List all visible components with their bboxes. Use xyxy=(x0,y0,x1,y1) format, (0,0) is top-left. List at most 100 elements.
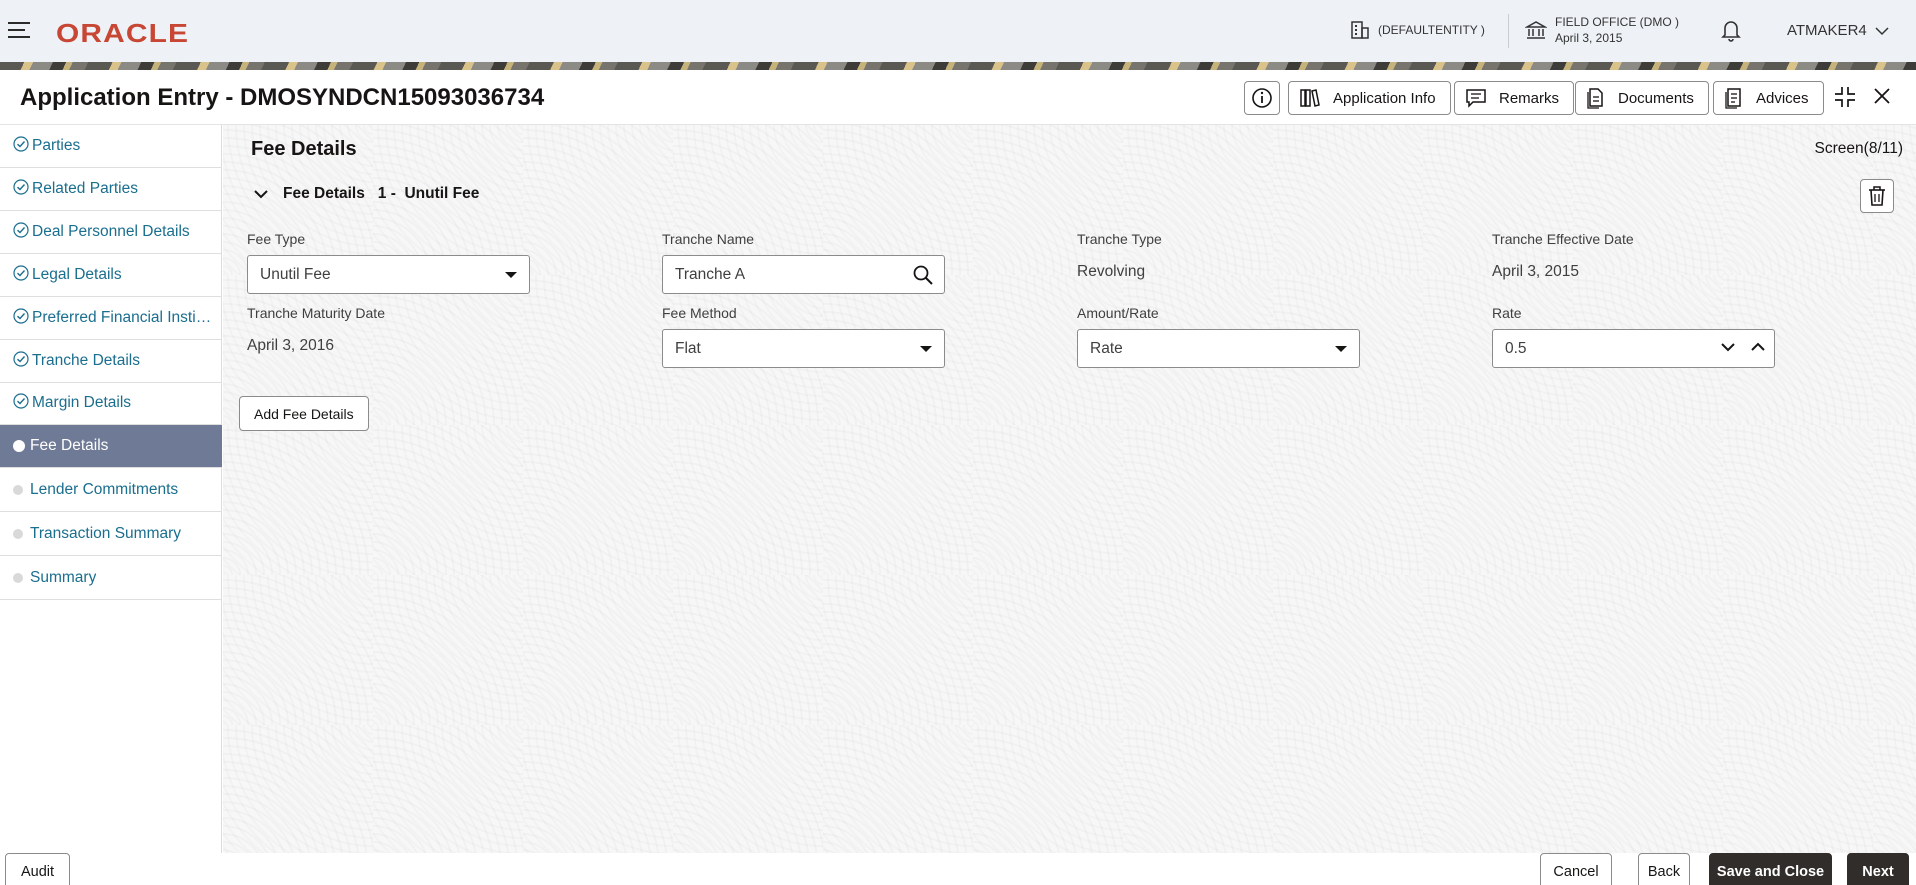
building-icon xyxy=(1351,21,1369,39)
sidebar-item-label: Summary xyxy=(30,569,97,586)
oracle-logo: ORACLE xyxy=(56,18,190,48)
tranche-effective-date-label: Tranche Effective Date xyxy=(1492,231,1634,247)
documents-button[interactable]: Documents xyxy=(1575,81,1709,115)
sidebar-item[interactable]: Tranche Details xyxy=(0,340,222,383)
amount-rate-select[interactable]: Rate xyxy=(1077,329,1360,368)
search-icon[interactable] xyxy=(912,264,934,291)
section-title: Fee Details xyxy=(251,138,357,160)
tranche-type-label: Tranche Type xyxy=(1077,231,1162,247)
check-circle-icon xyxy=(13,307,29,329)
info-icon xyxy=(1252,88,1272,108)
sidebar-item[interactable]: Fee Details xyxy=(0,425,222,468)
sidebar-item-label: Related Parties xyxy=(32,180,138,197)
check-circle-icon xyxy=(13,350,29,372)
check-circle-icon xyxy=(13,264,29,286)
status-dot-icon xyxy=(13,485,23,495)
sidebar-item[interactable]: Preferred Financial Institutions xyxy=(0,297,222,340)
fee-type-field: Fee Type Unutil Fee xyxy=(247,231,530,294)
increment-icon[interactable] xyxy=(1750,340,1766,358)
minimize-icon[interactable] xyxy=(1833,85,1857,114)
entity-selector[interactable]: (DEFAULTENTITY ) xyxy=(1350,20,1485,40)
rate-label: Rate xyxy=(1492,305,1522,321)
decrement-icon[interactable] xyxy=(1720,340,1736,358)
rate-input[interactable]: 0.5 xyxy=(1492,329,1775,368)
dropdown-arrow-icon xyxy=(1335,346,1347,352)
user-menu[interactable]: ATMAKER4 xyxy=(1787,22,1889,39)
documents-label: Documents xyxy=(1618,89,1694,107)
page-title: Application Entry - DMOSYNDCN15093036734 xyxy=(20,84,545,111)
page-header: Application Entry - DMOSYNDCN15093036734… xyxy=(0,70,1916,125)
tranche-effective-date-value: April 3, 2015 xyxy=(1492,263,1580,280)
check-circle-icon xyxy=(13,135,29,157)
advices-icon xyxy=(1725,88,1741,109)
hamburger-menu-icon[interactable] xyxy=(8,22,30,38)
amount-rate-label: Amount/Rate xyxy=(1077,305,1159,321)
sidebar-item[interactable]: Parties xyxy=(0,125,222,168)
sidebar-item-label: Transaction Summary xyxy=(30,525,182,542)
application-info-button[interactable]: Application Info xyxy=(1288,81,1451,115)
add-fee-details-button[interactable]: Add Fee Details xyxy=(239,396,369,431)
next-button[interactable]: Next xyxy=(1847,853,1909,885)
top-bar: ORACLE (DEFAULTENTITY ) FIELD OFFICE (DM… xyxy=(0,0,1916,62)
sidebar-item-label: Parties xyxy=(32,137,81,154)
save-and-close-button[interactable]: Save and Close xyxy=(1709,853,1832,885)
fee-method-field: Fee Method Flat xyxy=(662,305,945,368)
sidebar-item-label: Fee Details xyxy=(30,437,109,454)
fee-method-value: Flat xyxy=(675,339,701,357)
sidebar-item[interactable]: Transaction Summary xyxy=(0,513,222,556)
tranche-maturity-date-label: Tranche Maturity Date xyxy=(247,305,385,321)
tranche-type-field: Tranche Type Revolving xyxy=(1077,231,1162,281)
fee-method-label: Fee Method xyxy=(662,305,737,321)
tranche-name-field: Tranche Name Tranche A xyxy=(662,231,945,294)
dropdown-arrow-icon xyxy=(920,346,932,352)
sidebar-item[interactable]: Deal Personnel Details xyxy=(0,211,222,254)
audit-button[interactable]: Audit xyxy=(5,853,70,885)
screen-counter: Screen(8/11) xyxy=(1814,140,1903,157)
check-circle-icon xyxy=(13,392,29,414)
footer-bar: Audit Cancel Back Save and Close Next xyxy=(0,853,1916,885)
sidebar-item[interactable]: Margin Details xyxy=(0,382,222,425)
sidebar-item[interactable]: Legal Details xyxy=(0,254,222,297)
status-dot-icon xyxy=(13,529,23,539)
dropdown-arrow-icon xyxy=(505,272,517,278)
sidebar-item[interactable]: Lender Commitments xyxy=(0,469,222,512)
remarks-button[interactable]: Remarks xyxy=(1454,81,1575,115)
tranche-maturity-date-value: April 3, 2016 xyxy=(247,337,335,354)
fee-type-value: Unutil Fee xyxy=(260,265,331,283)
back-button[interactable]: Back xyxy=(1638,853,1690,885)
chevron-down-icon xyxy=(1875,26,1889,35)
advices-button[interactable]: Advices xyxy=(1713,81,1824,115)
status-dot-icon xyxy=(13,440,25,452)
sidebar-item[interactable]: Related Parties xyxy=(0,168,222,211)
application-info-label: Application Info xyxy=(1333,89,1436,107)
sidebar-item-label: Lender Commitments xyxy=(30,481,179,498)
rate-field: Rate 0.5 xyxy=(1492,305,1775,368)
tranche-name-input[interactable]: Tranche A xyxy=(662,255,945,294)
check-circle-icon xyxy=(13,221,29,243)
sidebar-item[interactable]: Summary xyxy=(0,557,222,600)
chevron-down-icon xyxy=(254,190,268,199)
library-icon xyxy=(1300,89,1320,107)
fee-accordion-header[interactable]: Fee Details 1 - Unutil Fee xyxy=(253,185,479,203)
delete-fee-button[interactable] xyxy=(1860,179,1894,213)
bell-icon[interactable] xyxy=(1720,18,1742,47)
fee-method-select[interactable]: Flat xyxy=(662,329,945,368)
entity-label: (DEFAULTENTITY ) xyxy=(1378,23,1485,37)
divider xyxy=(1508,14,1509,48)
fee-type-select[interactable]: Unutil Fee xyxy=(247,255,530,294)
rate-stepper xyxy=(1706,340,1766,358)
tranche-name-label: Tranche Name xyxy=(662,231,755,247)
comment-icon xyxy=(1466,89,1486,108)
fee-type-label: Fee Type xyxy=(247,231,306,247)
check-circle-icon xyxy=(13,178,29,200)
rate-value: 0.5 xyxy=(1505,339,1527,357)
office-name: FIELD OFFICE (DMO ) xyxy=(1555,15,1679,29)
close-icon[interactable] xyxy=(1871,85,1893,112)
remarks-label: Remarks xyxy=(1499,89,1560,107)
office-selector[interactable]: FIELD OFFICE (DMO ) April 3, 2015 xyxy=(1525,14,1679,46)
document-icon xyxy=(1587,88,1603,109)
info-button[interactable] xyxy=(1244,81,1280,115)
tranche-effective-date-field: Tranche Effective Date April 3, 2015 xyxy=(1492,231,1634,281)
amount-rate-field: Amount/Rate Rate xyxy=(1077,305,1360,368)
cancel-button[interactable]: Cancel xyxy=(1540,853,1612,885)
